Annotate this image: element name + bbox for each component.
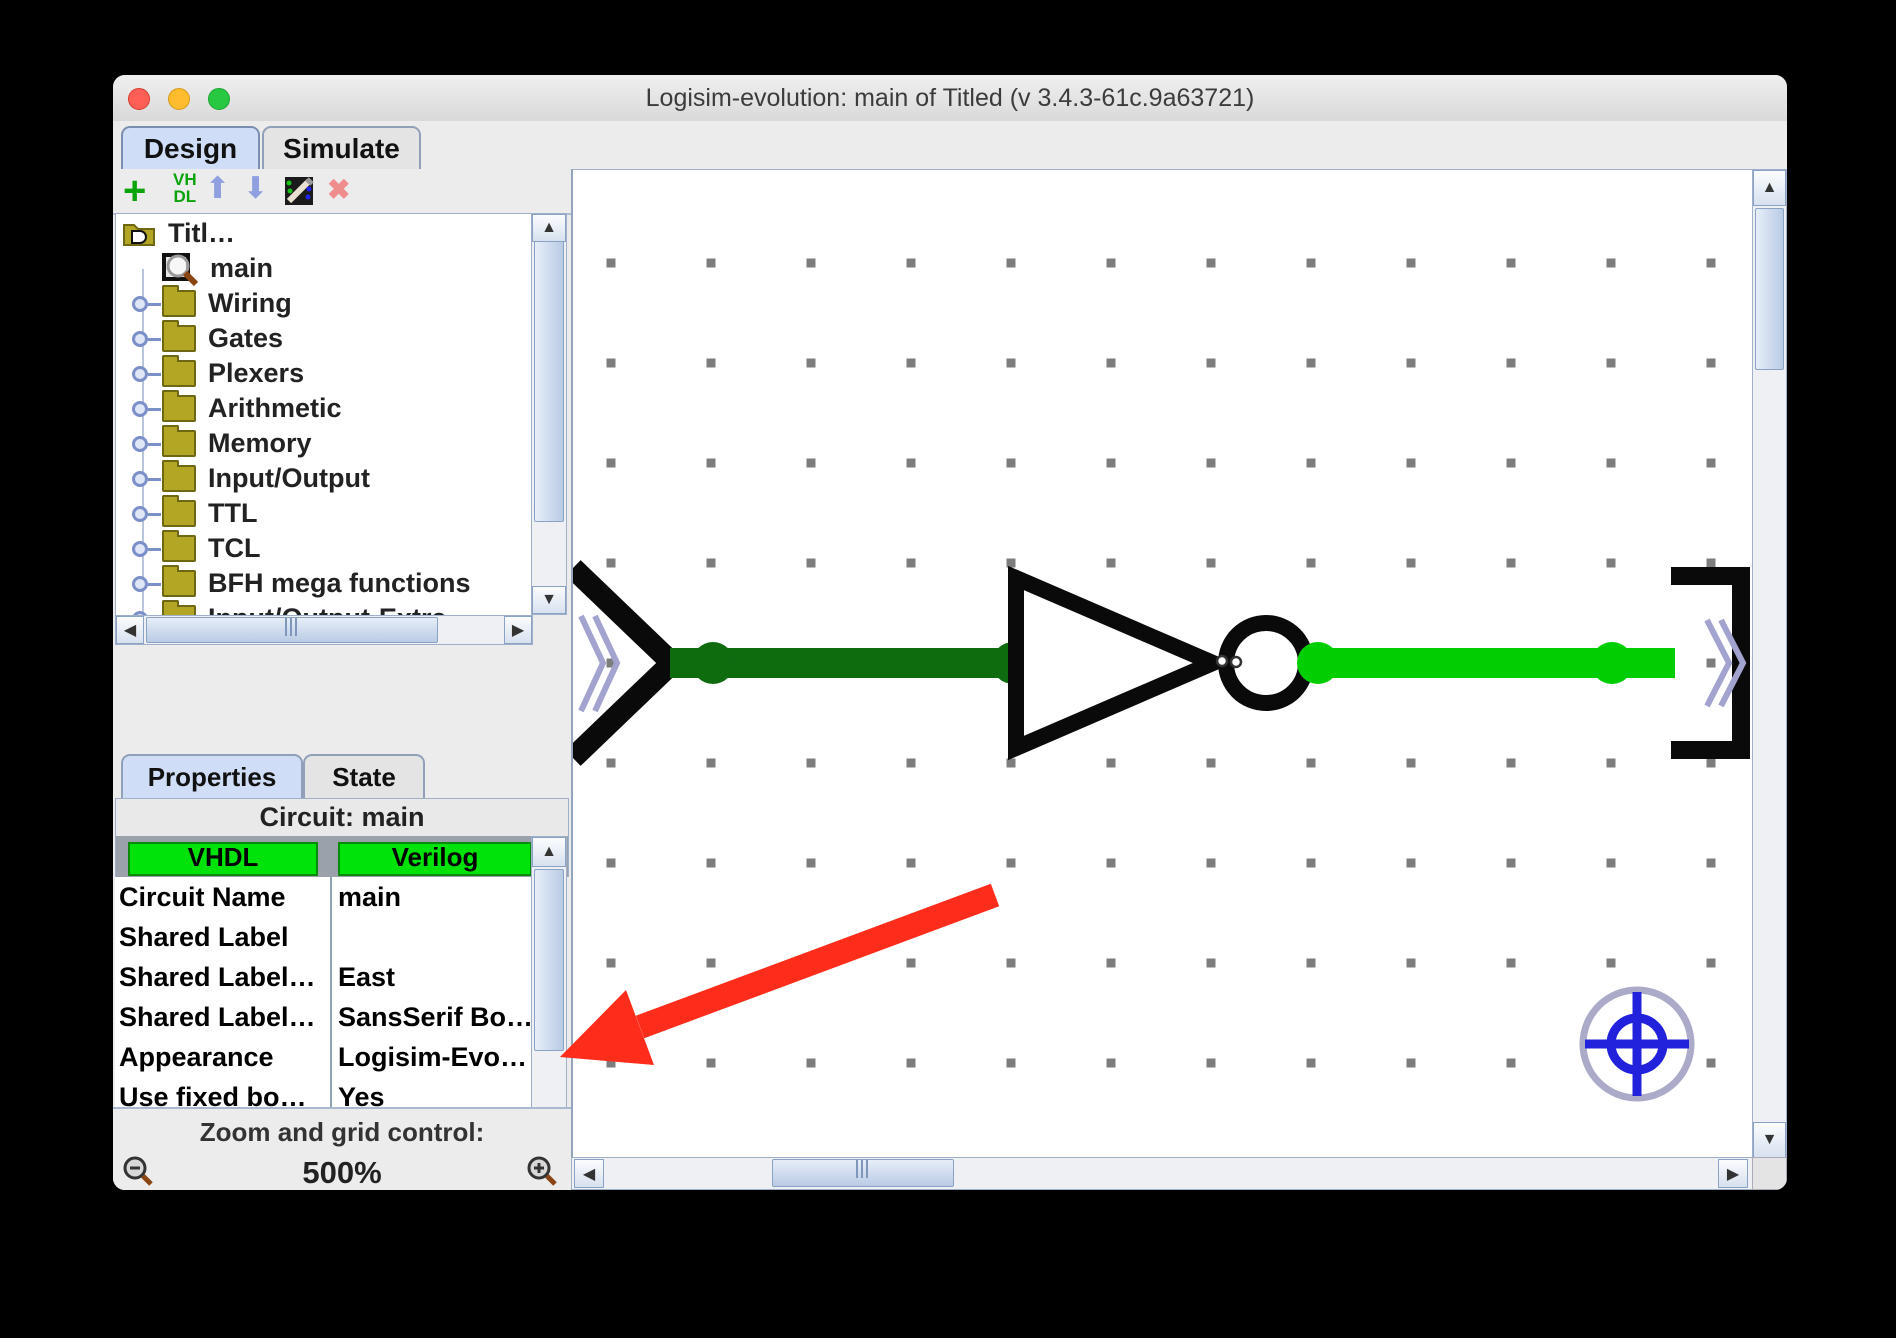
expand-toggle-icon[interactable] (132, 471, 148, 487)
circuit-drawing (573, 170, 1752, 1158)
tree-item-tcl[interactable]: TCL (132, 531, 260, 566)
move-up-button[interactable]: ⬆ (205, 171, 230, 206)
folder-icon (162, 290, 196, 317)
logisim-window: Logisim-evolution: main of Titled (v 3.4… (113, 75, 1787, 1190)
zoom-grid-label: Zoom and grid control: (113, 1117, 571, 1148)
table-row[interactable]: Use fixed bo… Yes (115, 1077, 567, 1107)
scrollbar-thumb[interactable] (772, 1159, 954, 1187)
tree-vertical-scrollbar[interactable]: ▲ ▼ (531, 213, 567, 615)
tree-item-ttl[interactable]: TTL (132, 496, 257, 531)
folder-icon (162, 325, 196, 352)
scrollbar-thumb[interactable] (146, 617, 438, 643)
scroll-up-icon[interactable]: ▲ (532, 837, 566, 867)
folder-icon (162, 500, 196, 527)
scroll-right-icon[interactable]: ▶ (1718, 1159, 1748, 1188)
chip-magnifier-icon (158, 249, 200, 289)
zoom-grid-panel: Zoom and grid control: 500% Auto 100% (113, 1107, 571, 1190)
scrollbar-thumb[interactable] (1755, 208, 1784, 370)
edit-pencil-icon (283, 175, 315, 207)
zoom-in-icon[interactable] (525, 1155, 559, 1189)
vhdl-button[interactable]: VHDL (128, 842, 318, 876)
expand-toggle-icon[interactable] (132, 331, 148, 347)
tab-properties[interactable]: Properties (121, 754, 303, 800)
scroll-down-icon[interactable]: ▼ (532, 586, 566, 614)
tree-item-input-output[interactable]: Input/Output (132, 461, 370, 496)
properties-table: Circuit Name main Shared Label Shared La… (113, 877, 571, 1107)
wire-low[interactable] (670, 642, 1034, 684)
tab-simulate[interactable]: Simulate (262, 126, 421, 171)
scroll-up-icon[interactable]: ▲ (532, 214, 566, 242)
add-vhdl-button[interactable]: VH DL (173, 171, 197, 205)
folder-icon (162, 430, 196, 457)
scroll-right-icon[interactable]: ▶ (504, 616, 532, 644)
scrollbar-thumb[interactable] (534, 240, 564, 522)
tree-horizontal-scrollbar[interactable]: ◀ ▶ (115, 615, 533, 645)
edit-appearance-button[interactable] (283, 175, 315, 212)
expand-toggle-icon[interactable] (132, 541, 148, 557)
tree-item-project[interactable]: Titl… (122, 216, 235, 251)
expand-toggle-icon[interactable] (132, 506, 148, 522)
tree-item-arithmetic[interactable]: Arithmetic (132, 391, 342, 426)
table-row[interactable]: Appearance Logisim-Evo… (115, 1037, 567, 1079)
expand-toggle-icon[interactable] (132, 401, 148, 417)
table-row[interactable]: Shared Label… East (115, 957, 567, 999)
poke-dot (1231, 657, 1241, 667)
folder-icon (162, 395, 196, 422)
table-row[interactable]: Shared Label (115, 917, 567, 959)
table-row[interactable]: Circuit Name main (115, 877, 567, 919)
screenshot-stage: Logisim-evolution: main of Titled (v 3.4… (0, 0, 1896, 1338)
circuit-canvas[interactable] (573, 169, 1752, 1158)
poke-dot (1217, 656, 1227, 666)
canvas-horizontal-scrollbar[interactable]: ◀ ▶ (571, 1157, 1754, 1190)
tree-item-gates[interactable]: Gates (132, 321, 283, 356)
folder-icon (162, 360, 196, 387)
verilog-button[interactable]: Verilog (338, 842, 532, 876)
tree-item-main[interactable]: main (158, 251, 273, 286)
project-icon (122, 219, 158, 249)
project-explorer-tree: Titl… main Wiring Gates (115, 213, 533, 620)
tab-toolbar-row: Design Simulate A (113, 121, 1787, 169)
folder-icon (162, 535, 196, 562)
grip-icon (285, 618, 299, 636)
left-panel: + VH DL ⬆ ⬇ ✖ (113, 169, 573, 1190)
expand-toggle-icon[interactable] (132, 576, 148, 592)
properties-header: Circuit: main (115, 798, 569, 837)
hdl-button-band: VHDL Verilog (115, 836, 569, 877)
expand-toggle-icon[interactable] (132, 366, 148, 382)
scroll-down-icon[interactable]: ▼ (1753, 1122, 1786, 1158)
zoom-target-icon[interactable] (1583, 990, 1691, 1098)
scrollbar-thumb[interactable] (534, 869, 564, 1051)
table-row[interactable]: Shared Label… SansSerif Bo… (115, 997, 567, 1039)
add-circuit-button[interactable]: + (123, 169, 146, 214)
title-bar[interactable]: Logisim-evolution: main of Titled (v 3.4… (113, 75, 1787, 122)
properties-scrollbar[interactable]: ▲ (531, 836, 567, 1109)
folder-icon (162, 570, 196, 597)
canvas-vertical-scrollbar[interactable]: ▲ ▼ (1752, 169, 1787, 1159)
wire-high[interactable] (1297, 642, 1675, 684)
tree-item-wiring[interactable]: Wiring (132, 286, 292, 321)
scroll-left-icon[interactable]: ◀ (116, 616, 144, 644)
zoom-value: 500% (113, 1155, 571, 1190)
tree-item-memory[interactable]: Memory (132, 426, 312, 461)
window-title: Logisim-evolution: main of Titled (v 3.4… (113, 75, 1787, 121)
scrollbar-corner (1752, 1157, 1787, 1190)
delete-button[interactable]: ✖ (327, 173, 350, 206)
scroll-left-icon[interactable]: ◀ (574, 1159, 604, 1188)
explorer-toolbar: + VH DL ⬆ ⬇ ✖ (113, 169, 571, 215)
scroll-up-icon[interactable]: ▲ (1753, 170, 1786, 206)
tab-state[interactable]: State (303, 754, 425, 800)
grip-icon (856, 1160, 870, 1178)
expand-toggle-icon[interactable] (132, 436, 148, 452)
folder-icon (162, 465, 196, 492)
tab-design[interactable]: Design (121, 126, 260, 171)
move-down-button[interactable]: ⬇ (243, 171, 268, 206)
tree-item-bfh[interactable]: BFH mega functions (132, 566, 471, 601)
tree-item-plexers[interactable]: Plexers (132, 356, 304, 391)
expand-toggle-icon[interactable] (132, 296, 148, 312)
